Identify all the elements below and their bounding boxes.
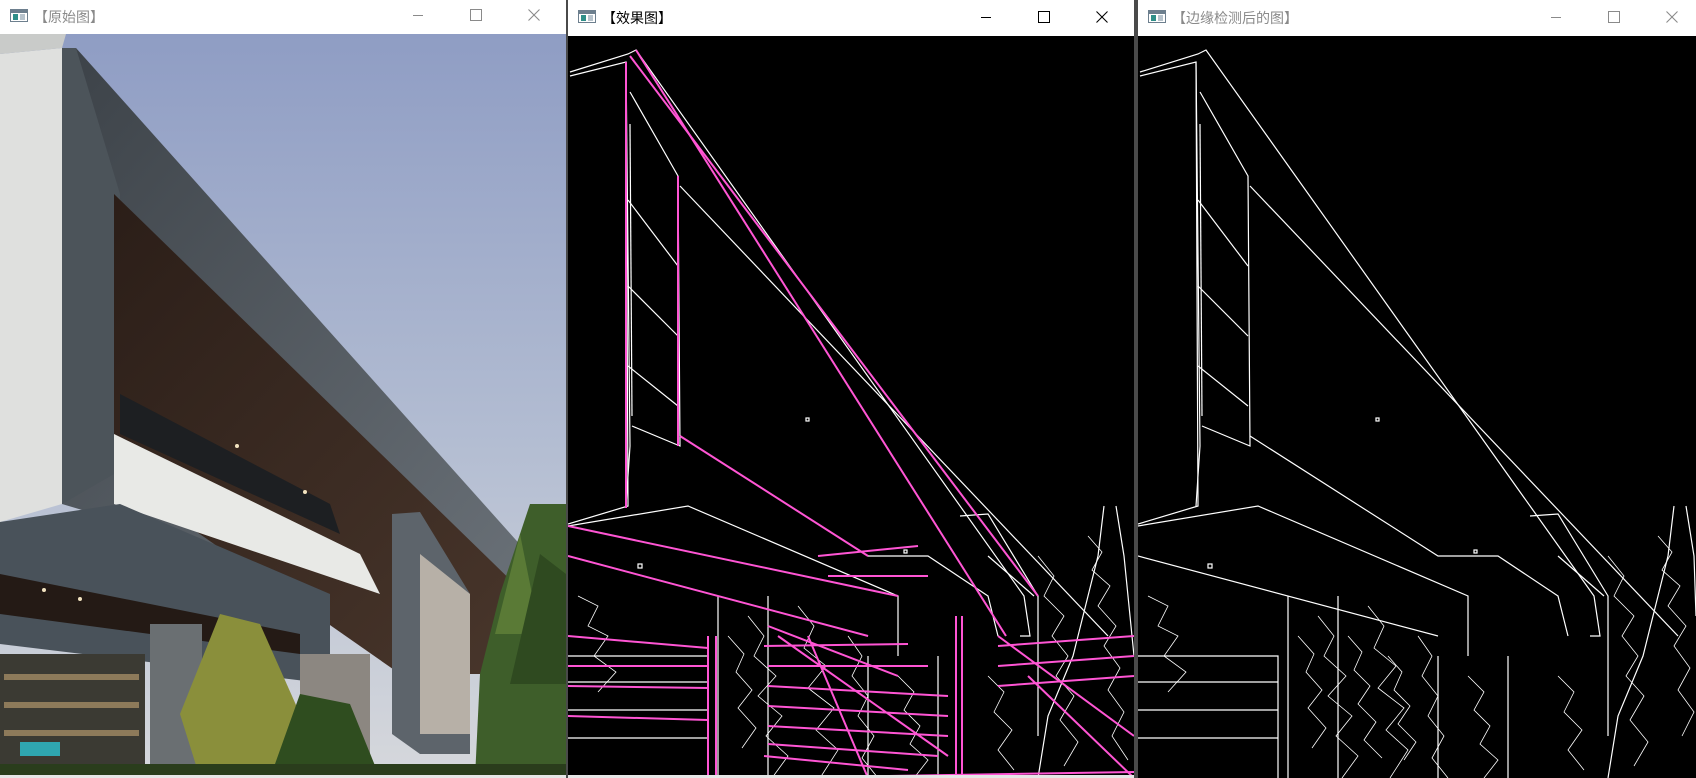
close-button[interactable] (1649, 0, 1695, 33)
window-title: 【边缘检测后的图】 (1172, 11, 1298, 27)
close-icon (528, 9, 540, 21)
close-button[interactable] (511, 0, 557, 30)
minimize-button[interactable] (963, 0, 1009, 33)
minimize-icon (413, 15, 423, 16)
edge-outlines (1138, 49, 1696, 778)
maximize-button[interactable] (1021, 0, 1067, 33)
maximize-icon (1038, 10, 1050, 23)
image-view (0, 34, 566, 778)
minimize-icon (1551, 16, 1561, 18)
window-title: 【效果图】 (602, 11, 672, 27)
minimize-button[interactable] (1533, 0, 1579, 33)
image-view (568, 36, 1134, 778)
building-photo (0, 34, 566, 778)
window-edge-detection-image[interactable]: 【边缘检测后的图】 (1138, 0, 1696, 778)
foliage-texture (1147, 535, 1695, 778)
maximize-icon (470, 9, 482, 21)
close-icon (1666, 10, 1678, 23)
maximize-icon (1608, 10, 1620, 23)
minimize-button[interactable] (395, 0, 441, 30)
app-icon (10, 9, 28, 22)
maximize-button[interactable] (453, 0, 499, 30)
window-effect-image[interactable]: 【效果图】 (568, 0, 1134, 778)
close-button[interactable] (1079, 0, 1125, 33)
app-icon (578, 10, 596, 23)
titlebar[interactable]: 【边缘检测后的图】 (1138, 0, 1696, 36)
minimize-icon (981, 16, 991, 18)
window-title: 【原始图】 (34, 10, 104, 26)
titlebar[interactable]: 【原始图】 (0, 0, 566, 34)
image-view (1138, 36, 1696, 778)
edge-outlines (568, 49, 1134, 778)
app-icon (1148, 10, 1166, 23)
window-original-image[interactable]: 【原始图】 (0, 0, 566, 778)
close-icon (1096, 10, 1108, 23)
maximize-button[interactable] (1591, 0, 1637, 33)
hough-line-overlay (568, 49, 1134, 778)
titlebar[interactable]: 【效果图】 (568, 0, 1134, 36)
